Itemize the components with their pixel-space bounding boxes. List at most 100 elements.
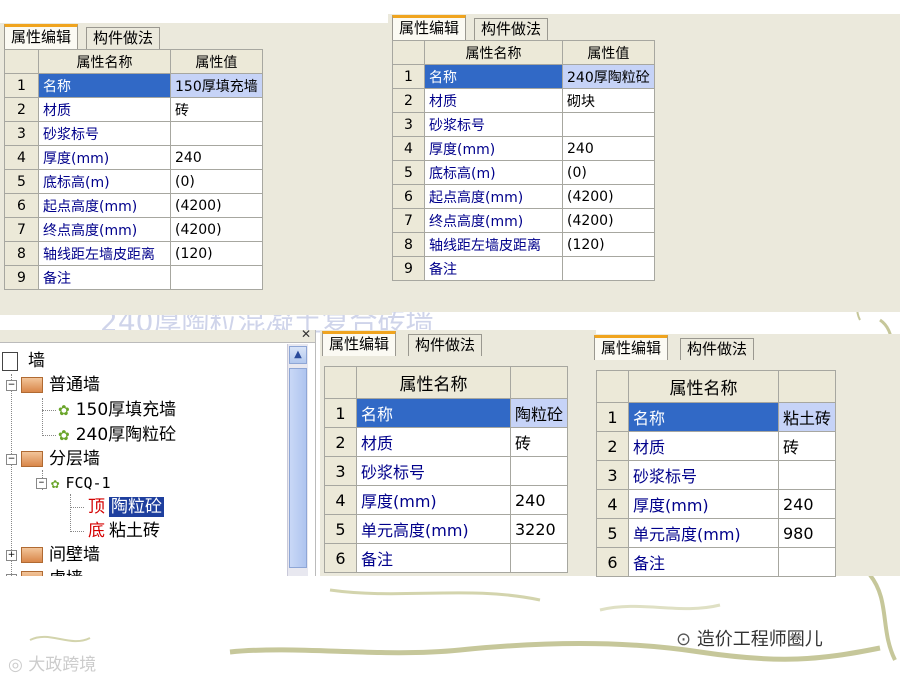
property-name-cell: 终点高度(mm) bbox=[424, 208, 563, 233]
table-row[interactable]: 6 备注 bbox=[324, 543, 569, 573]
property-panel-b: 属性编辑 构件做法 属性名称 属性值 1 名称 240厚陶粒砼 2 材质 砌块 3 砂浆标号 4… bbox=[388, 14, 900, 312]
table-row[interactable]: 5 单元高度(mm) 980 bbox=[596, 518, 837, 548]
row-number: 4 bbox=[392, 136, 425, 161]
property-value-cell[interactable]: (120) bbox=[170, 241, 263, 266]
property-value-cell[interactable]: (4200) bbox=[170, 217, 263, 242]
property-value-cell[interactable]: 砖 bbox=[777, 431, 837, 461]
expand-icon[interactable]: + bbox=[6, 549, 17, 561]
property-value-cell[interactable]: 150厚填充墙 bbox=[170, 73, 263, 98]
property-value-cell[interactable] bbox=[777, 547, 837, 577]
table-row[interactable]: 3 砂浆标号 bbox=[596, 460, 837, 490]
property-value-cell[interactable]: (4200) bbox=[562, 184, 655, 209]
property-value-cell[interactable]: 240 bbox=[509, 485, 569, 515]
table-row[interactable]: 4 厚度(mm) 240 bbox=[596, 489, 837, 519]
tree-item-top-layer[interactable]: 顶陶粒砼 bbox=[88, 495, 164, 519]
scroll-up-icon[interactable]: ▲ bbox=[289, 346, 307, 364]
property-value-cell[interactable]: (120) bbox=[562, 232, 655, 257]
table-row[interactable]: 4 厚度(mm) 240 bbox=[324, 485, 569, 515]
table-row[interactable]: 7 终点高度(mm) (4200) bbox=[4, 217, 263, 242]
property-name-cell: 材质 bbox=[38, 97, 171, 122]
tree-node-partition-wall[interactable]: + 间壁墙 bbox=[6, 543, 100, 567]
property-value-cell[interactable]: (0) bbox=[562, 160, 655, 185]
table-row[interactable]: 9 备注 bbox=[4, 265, 263, 290]
table-row[interactable]: 1 名称 150厚填充墙 bbox=[4, 73, 263, 98]
row-number: 5 bbox=[392, 160, 425, 185]
tree-item-bottom-layer[interactable]: 底粘土砖 bbox=[88, 519, 160, 543]
property-value-cell[interactable]: 240 bbox=[562, 136, 655, 161]
tree-label: 普通墙 bbox=[49, 375, 100, 395]
tree-node-virtual-wall[interactable]: + 虚墙 bbox=[6, 567, 83, 576]
collapse-icon[interactable]: − bbox=[36, 478, 47, 489]
tree-root[interactable]: 墙 bbox=[2, 349, 45, 373]
property-name-cell: 起点高度(mm) bbox=[424, 184, 563, 209]
table-row[interactable]: 6 备注 bbox=[596, 547, 837, 577]
property-value-cell[interactable] bbox=[170, 121, 263, 146]
close-icon[interactable]: ✕ bbox=[301, 330, 311, 341]
tree-node-fcq[interactable]: − ✿ FCQ-1 bbox=[36, 471, 111, 495]
tree-item-240-wall[interactable]: ✿ 240厚陶粒砼 bbox=[58, 423, 176, 447]
property-value-cell[interactable] bbox=[170, 265, 263, 290]
table-row[interactable]: 7 终点高度(mm) (4200) bbox=[392, 208, 655, 233]
table-row[interactable]: 1 名称 粘土砖 bbox=[596, 402, 837, 432]
property-value-cell[interactable]: (0) bbox=[170, 169, 263, 194]
table-row[interactable]: 2 材质砖 bbox=[4, 97, 263, 122]
tab-component-method[interactable]: 构件做法 bbox=[680, 338, 755, 360]
table-row[interactable]: 8 轴线距左墙皮距离 (120) bbox=[4, 241, 263, 266]
tab-property-edit[interactable]: 属性编辑 bbox=[392, 15, 467, 40]
tab-component-method[interactable]: 构件做法 bbox=[86, 27, 161, 49]
tree-item-150-wall[interactable]: ✿ 150厚填充墙 bbox=[58, 398, 176, 422]
property-value-cell[interactable]: 粘土砖 bbox=[777, 402, 837, 432]
property-value-cell[interactable]: (4200) bbox=[170, 193, 263, 218]
property-value-cell[interactable]: 砌块 bbox=[562, 88, 655, 113]
table-row[interactable]: 9 备注 bbox=[392, 256, 655, 281]
table-row[interactable]: 2 材质砖 bbox=[324, 427, 569, 457]
property-value-cell[interactable] bbox=[509, 543, 569, 573]
table-row[interactable]: 3 砂浆标号 bbox=[392, 112, 655, 137]
table-row[interactable]: 6 起点高度(mm) (4200) bbox=[4, 193, 263, 218]
expand-icon[interactable]: + bbox=[6, 573, 17, 576]
table-row[interactable]: 4 厚度(mm) 240 bbox=[392, 136, 655, 161]
tree-label: 240厚陶粒砼 bbox=[75, 425, 177, 445]
table-row[interactable]: 3 砂浆标号 bbox=[4, 121, 263, 146]
property-value-cell[interactable]: (4200) bbox=[562, 208, 655, 233]
property-value-cell[interactable]: 980 bbox=[777, 518, 837, 548]
table-row[interactable]: 5 单元高度(mm) 3220 bbox=[324, 514, 569, 544]
property-value-cell[interactable]: 240 bbox=[170, 145, 263, 170]
table-row[interactable]: 2 材质砖 bbox=[596, 431, 837, 461]
property-value-cell[interactable]: 砖 bbox=[170, 97, 263, 122]
table-row[interactable]: 1 名称 陶粒砼 bbox=[324, 398, 569, 428]
property-value-cell[interactable] bbox=[509, 456, 569, 486]
row-number: 7 bbox=[392, 208, 425, 233]
tab-property-edit[interactable]: 属性编辑 bbox=[4, 24, 79, 49]
table-row[interactable]: 5 底标高(m) (0) bbox=[392, 160, 655, 185]
tree-scrollbar[interactable]: ▲ bbox=[287, 344, 308, 576]
collapse-icon[interactable]: − bbox=[6, 453, 17, 465]
table-row[interactable]: 4 厚度(mm) 240 bbox=[4, 145, 263, 170]
property-value-cell[interactable]: 陶粒砼 bbox=[509, 398, 569, 428]
property-grid: 属性名称 1 名称 陶粒砼 2 材质砖 3 砂浆标号 4 厚度(mm) 240 5 单元高度(mm) 3… bbox=[324, 366, 569, 573]
tree-node-layered-wall[interactable]: − 分层墙 bbox=[6, 447, 100, 471]
tab-property-edit[interactable]: 属性编辑 bbox=[594, 335, 669, 360]
property-value-cell[interactable] bbox=[562, 256, 655, 281]
property-value-cell[interactable] bbox=[777, 460, 837, 490]
row-number: 8 bbox=[392, 232, 425, 257]
property-value-cell[interactable]: 240厚陶粒砼 bbox=[562, 64, 655, 89]
collapse-icon[interactable]: − bbox=[6, 379, 17, 391]
property-value-cell[interactable] bbox=[562, 112, 655, 137]
table-row[interactable]: 3 砂浆标号 bbox=[324, 456, 569, 486]
table-row[interactable]: 2 材质 砌块 bbox=[392, 88, 655, 113]
table-row[interactable]: 6 起点高度(mm) (4200) bbox=[392, 184, 655, 209]
table-row[interactable]: 1 名称 240厚陶粒砼 bbox=[392, 64, 655, 89]
table-row[interactable]: 5 底标高(m) (0) bbox=[4, 169, 263, 194]
property-value-cell[interactable]: 240 bbox=[777, 489, 837, 519]
tab-component-method[interactable]: 构件做法 bbox=[474, 18, 549, 40]
property-name-cell: 起点高度(mm) bbox=[38, 193, 171, 218]
table-row[interactable]: 8 轴线距左墙皮距离 (120) bbox=[392, 232, 655, 257]
row-number: 8 bbox=[4, 241, 39, 266]
tab-property-edit[interactable]: 属性编辑 bbox=[322, 331, 397, 356]
property-value-cell[interactable]: 3220 bbox=[509, 514, 569, 544]
property-value-cell[interactable]: 砖 bbox=[509, 427, 569, 457]
scroll-thumb[interactable] bbox=[289, 368, 307, 568]
tree-node-normal-wall[interactable]: − 普通墙 bbox=[6, 373, 100, 397]
tab-component-method[interactable]: 构件做法 bbox=[408, 334, 483, 356]
